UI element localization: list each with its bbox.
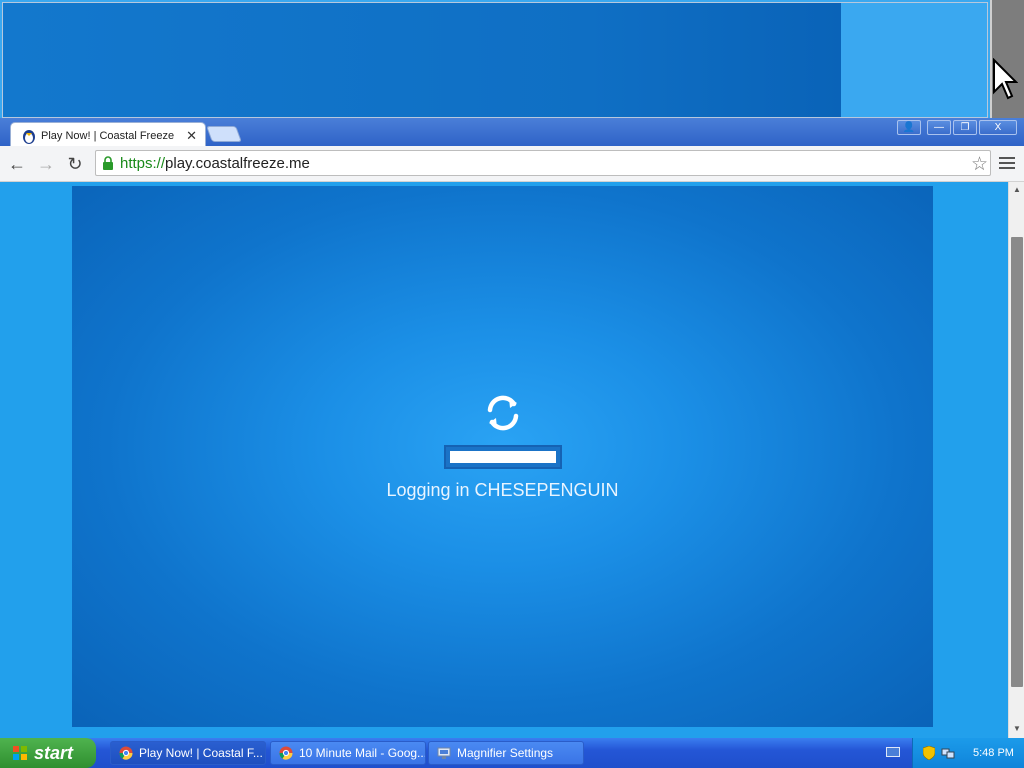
game-canvas[interactable]: Logging in CHESEPENGUIN [72,186,933,727]
progress-fill [450,451,556,463]
security-shield-icon[interactable] [922,745,936,761]
taskbar-item-label: Play Now! | Coastal F... [139,746,263,760]
chrome-menu-icon[interactable] [999,155,1015,171]
network-icon[interactable] [941,746,955,760]
magnified-game-area [3,3,841,117]
tab-play-now[interactable]: Play Now! | Coastal Freeze ✕ [10,122,206,148]
browser-titlebar: Play Now! | Coastal Freeze ✕ 👤 — ❐ X [0,118,1024,148]
back-button[interactable]: ← [6,153,28,175]
magnifier-pane [0,0,1024,120]
taskbar: start Play Now! | Coastal F... 10 Minute… [0,738,1024,768]
mouse-cursor-icon [993,58,1018,100]
taskbar-item-magnifier-settings[interactable]: Magnifier Settings [428,741,584,765]
tab-close-icon[interactable]: ✕ [186,128,197,144]
restore-button[interactable]: ❐ [953,120,977,135]
lock-icon [102,156,114,170]
system-tray: 5:48 PM [912,738,1024,768]
start-label: start [34,742,74,763]
forward-button[interactable]: → [35,153,57,175]
page-content: Logging in CHESEPENGUIN [0,182,1023,738]
chrome-icon [279,746,293,760]
login-progress-bar [444,445,562,469]
new-tab-button[interactable] [206,126,242,142]
tab-title: Play Now! | Coastal Freeze [41,129,175,142]
taskbar-item-play-now[interactable]: Play Now! | Coastal F... [110,741,266,765]
minimize-button[interactable]: — [927,120,951,135]
scroll-up-arrow-icon[interactable]: ▲ [1013,185,1021,194]
user-profile-button[interactable]: 👤 [897,120,921,135]
taskbar-item-label: 10 Minute Mail - Goog... [299,746,426,760]
url-host: play.coastalfreeze.me [165,154,310,172]
bookmark-star-icon[interactable]: ☆ [971,153,988,176]
chrome-icon [119,746,133,760]
penguin-favicon-icon [21,128,37,144]
magnifier-icon [437,746,451,760]
start-button[interactable]: start [0,738,96,768]
scroll-down-arrow-icon[interactable]: ▼ [1013,724,1021,733]
close-window-button[interactable]: X [979,120,1017,135]
taskbar-item-10-minute-mail[interactable]: 10 Minute Mail - Goog... [270,741,426,765]
scrollbar-thumb[interactable] [1011,237,1023,687]
login-status-text: Logging in CHESEPENGUIN [386,480,619,500]
taskbar-item-label: Magnifier Settings [457,746,554,760]
sync-spinner-icon [487,395,519,431]
magnifier-viewport [2,2,988,118]
browser-toolbar: ← → ↻ https:// play.coastalfreeze.me ☆ [0,146,1024,182]
windows-logo-icon [12,745,28,761]
reload-button[interactable]: ↻ [64,153,86,175]
clock[interactable]: 5:48 PM [973,747,1014,759]
url-scheme: https:// [120,154,166,172]
page-scrollbar[interactable]: ▲ ▼ [1008,182,1024,738]
keyboard-icon[interactable] [886,747,900,757]
address-bar[interactable]: https:// play.coastalfreeze.me ☆ [95,150,991,176]
